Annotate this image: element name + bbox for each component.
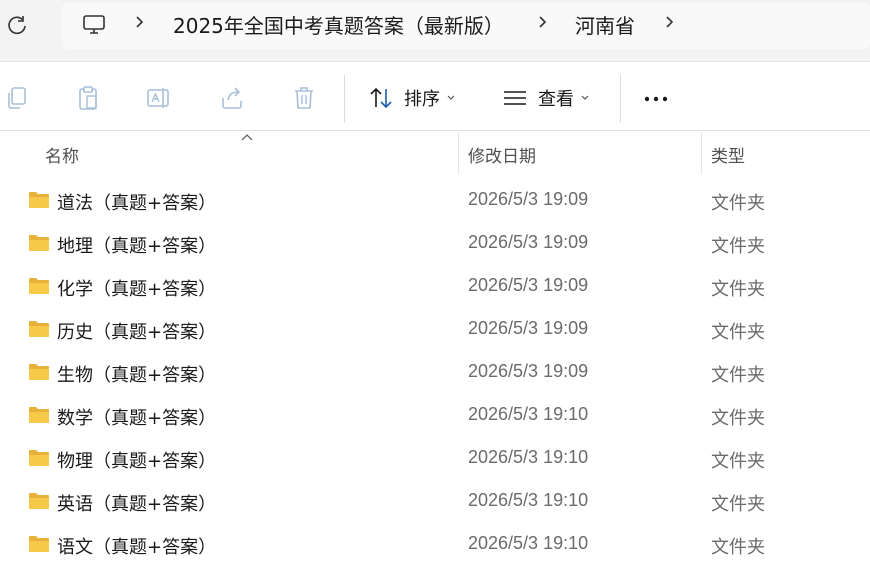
chevron-right-icon[interactable] <box>133 15 147 29</box>
column-header-modified[interactable]: 修改日期 <box>468 142 536 167</box>
view-list-icon <box>504 91 526 105</box>
list-item[interactable]: 生物（真题+答案） 2026/5/3 19:09 文件夹 <box>0 351 870 394</box>
folder-icon <box>29 278 49 294</box>
sort-button[interactable]: 排序 <box>368 83 456 113</box>
sort-ascending-icon <box>241 134 253 141</box>
list-item[interactable]: 化学（真题+答案） 2026/5/3 19:09 文件夹 <box>0 265 870 308</box>
file-name: 英语（真题+答案） <box>57 494 217 515</box>
column-headers: 名称 修改日期 类型 <box>0 132 870 176</box>
file-name: 地理（真题+答案） <box>57 236 217 257</box>
folder-icon <box>29 536 49 552</box>
breadcrumb-item-henan[interactable]: 河南省 <box>575 14 635 38</box>
chevron-right-icon[interactable] <box>536 15 550 29</box>
share-icon[interactable] <box>219 85 245 111</box>
delete-icon[interactable] <box>291 85 317 111</box>
more-options-icon[interactable] <box>643 85 669 111</box>
file-type: 文件夹 <box>711 408 765 429</box>
paste-icon[interactable] <box>75 85 101 111</box>
list-item[interactable]: 历史（真题+答案） 2026/5/3 19:09 文件夹 <box>0 308 870 351</box>
chevron-down-icon <box>447 95 455 100</box>
this-pc-icon[interactable] <box>82 13 106 37</box>
column-divider[interactable] <box>701 132 702 174</box>
list-item[interactable]: 物理（真题+答案） 2026/5/3 19:10 文件夹 <box>0 437 870 480</box>
column-divider[interactable] <box>458 132 459 174</box>
folder-icon <box>29 364 49 380</box>
folder-icon <box>29 235 49 251</box>
view-label: 查看 <box>538 89 574 110</box>
file-name: 道法（真题+答案） <box>57 193 217 214</box>
file-name: 物理（真题+答案） <box>57 451 217 472</box>
file-name: 生物（真题+答案） <box>57 365 217 386</box>
chevron-right-icon[interactable] <box>663 15 677 29</box>
chevron-down-icon <box>581 95 589 100</box>
file-type: 文件夹 <box>711 537 765 558</box>
address-bar: 2025年全国中考真题答案（最新版） 河南省 <box>0 0 870 62</box>
list-item[interactable]: 数学（真题+答案） 2026/5/3 19:10 文件夹 <box>0 394 870 437</box>
column-header-type[interactable]: 类型 <box>711 142 745 167</box>
refresh-icon[interactable] <box>6 14 28 36</box>
file-modified: 2026/5/3 19:09 <box>468 318 589 338</box>
file-modified: 2026/5/3 19:10 <box>468 447 589 467</box>
file-modified: 2026/5/3 19:10 <box>468 490 589 510</box>
sort-label: 排序 <box>404 89 440 110</box>
list-item[interactable]: 地理（真题+答案） 2026/5/3 19:09 文件夹 <box>0 222 870 265</box>
command-bar: 排序 查看 <box>0 63 870 131</box>
file-type: 文件夹 <box>711 365 765 386</box>
file-modified: 2026/5/3 19:10 <box>468 533 589 553</box>
column-header-name[interactable]: 名称 <box>45 142 79 167</box>
file-type: 文件夹 <box>711 322 765 343</box>
file-name: 数学（真题+答案） <box>57 408 217 429</box>
folder-icon <box>29 450 49 466</box>
file-modified: 2026/5/3 19:09 <box>468 232 589 252</box>
toolbar-separator <box>344 75 345 123</box>
file-type: 文件夹 <box>711 279 765 300</box>
toolbar-separator <box>620 75 621 123</box>
list-item[interactable]: 英语（真题+答案） 2026/5/3 19:10 文件夹 <box>0 480 870 523</box>
file-modified: 2026/5/3 19:10 <box>468 404 589 424</box>
file-type: 文件夹 <box>711 451 765 472</box>
file-modified: 2026/5/3 19:09 <box>468 189 589 209</box>
folder-icon <box>29 321 49 337</box>
file-type: 文件夹 <box>711 193 765 214</box>
file-name: 历史（真题+答案） <box>57 322 217 343</box>
folder-icon <box>29 493 49 509</box>
file-type: 文件夹 <box>711 494 765 515</box>
sort-icon <box>370 87 392 109</box>
file-list: 道法（真题+答案） 2026/5/3 19:09 文件夹 地理（真题+答案） 2… <box>0 179 870 566</box>
list-item[interactable]: 语文（真题+答案） 2026/5/3 19:10 文件夹 <box>0 523 870 566</box>
file-type: 文件夹 <box>711 236 765 257</box>
folder-icon <box>29 192 49 208</box>
copy-icon[interactable] <box>4 85 30 111</box>
file-name: 语文（真题+答案） <box>57 537 217 558</box>
folder-icon <box>29 407 49 423</box>
file-modified: 2026/5/3 19:09 <box>468 275 589 295</box>
rename-icon[interactable] <box>146 85 172 111</box>
file-name: 化学（真题+答案） <box>57 279 217 300</box>
view-button[interactable]: 查看 <box>502 83 590 113</box>
list-item[interactable]: 道法（真题+答案） 2026/5/3 19:09 文件夹 <box>0 179 870 222</box>
breadcrumb-item-exam[interactable]: 2025年全国中考真题答案（最新版） <box>173 14 504 38</box>
file-modified: 2026/5/3 19:09 <box>468 361 589 381</box>
